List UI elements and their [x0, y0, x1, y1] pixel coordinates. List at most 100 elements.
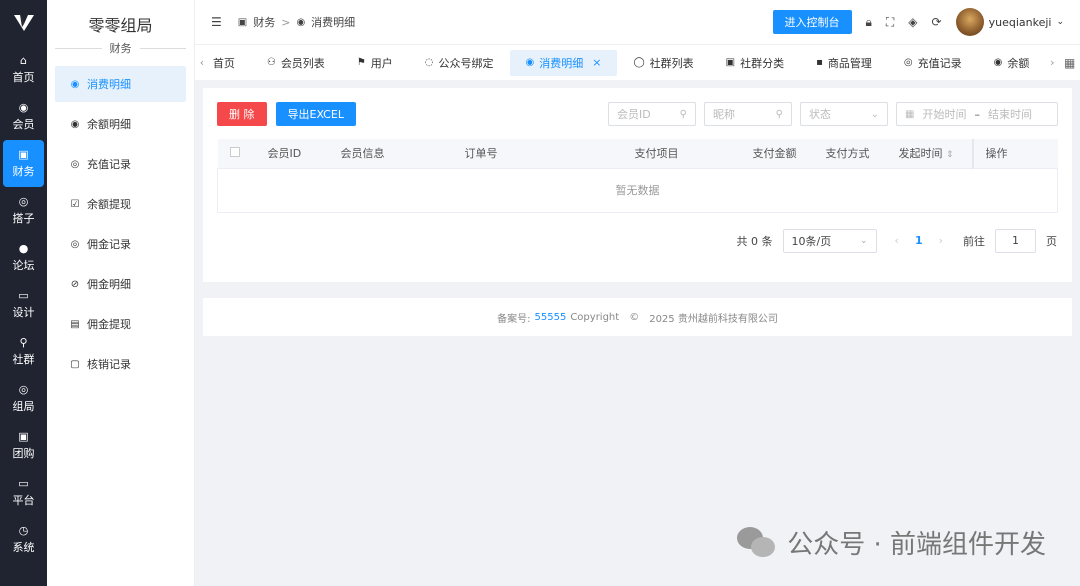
- watermark-text: 公众号 · 前端组件开发: [787, 530, 1046, 560]
- rail-item[interactable]: ◎ 组局: [0, 375, 47, 422]
- rail-item[interactable]: ▣ 财务: [3, 140, 44, 187]
- col-header: 操作: [971, 139, 1058, 169]
- tab-scroll-left-icon[interactable]: ‹: [195, 56, 209, 69]
- tab[interactable]: 首页: [209, 50, 251, 76]
- col-header: 支付金额: [740, 139, 814, 169]
- submenu-item-label: 充值记录: [87, 158, 131, 171]
- rail-item[interactable]: ⚲ 社群: [0, 328, 47, 375]
- submenu-item[interactable]: ◉ 消费明细: [55, 66, 186, 102]
- chevron-down-icon: ⌄: [1056, 17, 1064, 27]
- breadcrumb-current: 消费明细: [311, 16, 356, 29]
- page-number[interactable]: 1: [909, 234, 929, 247]
- bag-icon: ▣: [18, 429, 29, 443]
- page-size-select[interactable]: 10条/页 ⌄: [782, 228, 877, 253]
- tab-bar: ‹ 首页 ⚇ 会员列表 ⚑ 用户 ◌ 公众号绑定 ◉ 消费明细 × ◯ 社群列表 ▣ 社群分类 ▪ 商品管理 ◎…: [195, 44, 1080, 80]
- submenu-item[interactable]: ▤ 佣金提现: [55, 306, 186, 342]
- date-range-picker[interactable]: ▦ 开始时间 – 结束时间: [896, 102, 1058, 126]
- delete-button[interactable]: 删 除: [217, 102, 267, 126]
- enter-console-button[interactable]: 进入控制台: [772, 10, 852, 34]
- tab[interactable]: ◉ 余额: [978, 50, 1046, 76]
- tab[interactable]: ⚇ 会员列表: [251, 50, 341, 76]
- pagination: 共 0 条 10条/页 ⌄ ‹ 1 › 前往 1 页: [203, 213, 1072, 253]
- close-icon[interactable]: ×: [592, 56, 601, 69]
- page-suffix: 页: [1046, 234, 1057, 248]
- user-menu[interactable]: yueqiankeji ⌄: [955, 8, 1064, 36]
- tab-grid-icon[interactable]: ▦: [1059, 56, 1080, 70]
- submenu-item[interactable]: ◎ 充值记录: [55, 146, 186, 182]
- submenu-item[interactable]: ◎ 佣金记录: [55, 226, 186, 262]
- consume-icon: ◉: [525, 57, 535, 68]
- rail-item[interactable]: ▭ 平台: [0, 469, 47, 516]
- tab[interactable]: ◌ 公众号绑定: [409, 50, 510, 76]
- col-header: 订单号: [452, 139, 623, 169]
- tab[interactable]: ◎ 充值记录: [888, 50, 978, 76]
- submenu-item[interactable]: ◉ 余额明细: [55, 106, 186, 142]
- rail-item-label: 会员: [12, 117, 35, 131]
- rail-item[interactable]: ◉ 会员: [0, 93, 47, 140]
- tab[interactable]: ◯ 社群列表: [617, 50, 709, 76]
- col-header: 会员信息: [328, 139, 453, 169]
- col-header: 会员ID: [255, 139, 329, 169]
- member-id-placeholder: 会员ID: [617, 108, 651, 121]
- consume-icon: ◉: [70, 78, 80, 90]
- rail-item[interactable]: ▣ 团购: [0, 422, 47, 469]
- tab-label: 消费明细: [539, 56, 584, 70]
- rail-item-label: 设计: [12, 305, 35, 319]
- theme-icon[interactable]: ◈: [908, 15, 917, 29]
- page-size-value: 10条/页: [791, 234, 832, 248]
- rail-item[interactable]: ◎ 搭子: [0, 187, 47, 234]
- export-excel-button[interactable]: 导出EXCEL: [275, 102, 356, 126]
- rail-item[interactable]: ▭ 设计: [0, 281, 47, 328]
- submenu-item[interactable]: ⊘ 佣金明细: [55, 266, 186, 302]
- nickname-input[interactable]: 昵称 ⚲: [704, 102, 792, 126]
- goto-page-input[interactable]: 1: [995, 228, 1036, 253]
- fullscreen-icon[interactable]: ⛶: [886, 15, 894, 30]
- tab[interactable]: ▪ 商品管理: [800, 50, 888, 76]
- finance-icon: ▣: [18, 147, 29, 161]
- username: yueqiankeji: [988, 15, 1052, 29]
- status-select[interactable]: 状态 ⌄: [800, 102, 888, 126]
- tab-label: 社群分类: [740, 56, 785, 70]
- avatar: [955, 8, 984, 36]
- goto-label: 前往: [963, 234, 985, 248]
- rail-item[interactable]: ◷ 系统: [0, 516, 47, 563]
- logo[interactable]: [0, 0, 47, 46]
- tab[interactable]: ◉ 消费明细 ×: [509, 49, 618, 76]
- select-all-checkbox[interactable]: [229, 146, 240, 157]
- app-title: 零零组局: [88, 16, 153, 35]
- breadcrumb-separator: >: [281, 15, 291, 29]
- submenu-item[interactable]: ☑ 余额提现: [55, 186, 186, 222]
- chat-icon: ◌: [424, 57, 434, 68]
- refresh-icon[interactable]: ⟳: [932, 15, 942, 29]
- table-header-row: 会员ID 会员信息 订单号 支付项目 支付金额 支付方式 发起时间 ⇕ 操作: [217, 139, 1058, 169]
- monitor-icon: ▭: [18, 288, 29, 302]
- empty-row: 暂无数据: [217, 168, 1058, 213]
- tab-label: 充值记录: [917, 56, 962, 70]
- rail-item[interactable]: ● 论坛: [0, 234, 47, 281]
- submenu-item[interactable]: ▢ 核销记录: [55, 346, 186, 382]
- prev-page-icon[interactable]: ‹: [895, 234, 899, 247]
- tab[interactable]: ▣ 社群分类: [710, 50, 800, 76]
- chevron-down-icon: ⌄: [859, 235, 868, 246]
- breadcrumb-root[interactable]: 财务: [253, 14, 275, 30]
- rail-item-label: 组局: [12, 399, 35, 413]
- rail-item[interactable]: ⌂ 首页: [0, 46, 47, 93]
- top-header: ☰ ▣ 财务 > ◉ 消费明细 进入控制台 🔒︎ ⛶ ◈ ⟳ yueqianke…: [195, 0, 1080, 44]
- copyright-text: Copyright: [570, 311, 620, 323]
- sort-icon[interactable]: ⇕: [946, 150, 954, 160]
- tab-scroll-right-icon[interactable]: ›: [1045, 56, 1059, 69]
- sortable-col-header[interactable]: 发起时间 ⇕: [886, 139, 973, 169]
- partner-icon: ◎: [18, 194, 29, 208]
- next-page-icon[interactable]: ›: [939, 234, 943, 247]
- member-id-input[interactable]: 会员ID ⚲: [608, 102, 696, 126]
- rail-item-label: 财务: [12, 164, 35, 178]
- tab[interactable]: ⚑ 用户: [341, 50, 409, 76]
- icon-rail: ⌂ 首页 ◉ 会员 ▣ 财务 ◎ 搭子 ● 论坛 ▭ 设计 ⚲ 社群 ◎ 组局 ▣ 团购 ▭ 平台 ◷ 系统: [0, 0, 47, 586]
- collapse-menu-icon[interactable]: ☰: [211, 15, 222, 29]
- record-link[interactable]: 55555: [535, 312, 567, 323]
- lock-icon[interactable]: 🔒︎: [866, 15, 872, 30]
- chevron-down-icon: ⌄: [870, 108, 879, 120]
- end-time-placeholder: 结束时间: [987, 108, 1032, 121]
- empty-text: 暂无数据: [217, 168, 1058, 213]
- rail-item-label: 平台: [12, 493, 35, 507]
